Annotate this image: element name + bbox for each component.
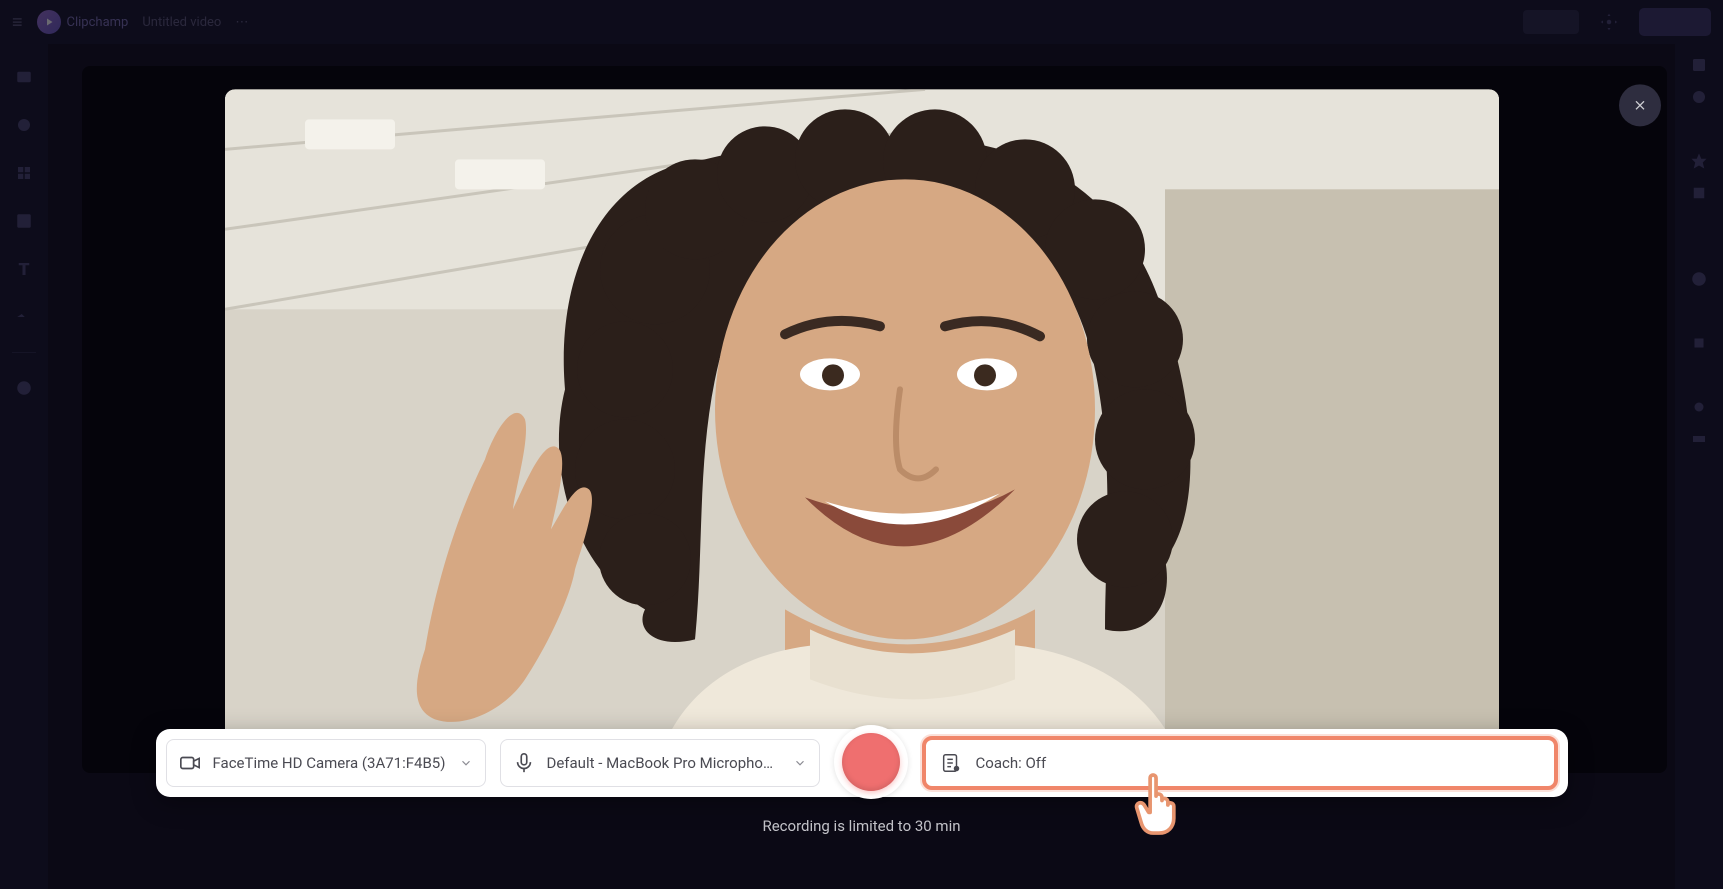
chevron-down-icon	[459, 756, 473, 770]
coach-selector[interactable]: Coach: Off	[922, 736, 1558, 790]
close-icon	[1632, 97, 1648, 113]
microphone-icon	[513, 752, 535, 774]
camera-selector[interactable]: FaceTime HD Camera (3A71:F4B5)	[166, 739, 486, 787]
coach-label: Coach: Off	[976, 754, 1047, 772]
tutorial-pointer	[1122, 765, 1196, 843]
recording-controls: FaceTime HD Camera (3A71:F4B5) Default -…	[156, 729, 1568, 797]
camera-icon	[179, 752, 201, 774]
record-button[interactable]	[842, 733, 900, 791]
camera-preview	[225, 89, 1499, 773]
coach-icon	[940, 752, 962, 774]
recording-modal	[225, 89, 1499, 773]
pointer-hand-icon	[1122, 765, 1196, 839]
chevron-down-icon	[793, 756, 807, 770]
microphone-selector[interactable]: Default - MacBook Pro Microphone (...	[500, 739, 820, 787]
camera-label: FaceTime HD Camera (3A71:F4B5)	[213, 754, 447, 772]
microphone-label: Default - MacBook Pro Microphone (...	[547, 754, 781, 772]
recording-limit-text: Recording is limited to 30 min	[762, 817, 960, 835]
record-button-wrap	[834, 725, 908, 799]
close-button[interactable]	[1619, 84, 1661, 126]
